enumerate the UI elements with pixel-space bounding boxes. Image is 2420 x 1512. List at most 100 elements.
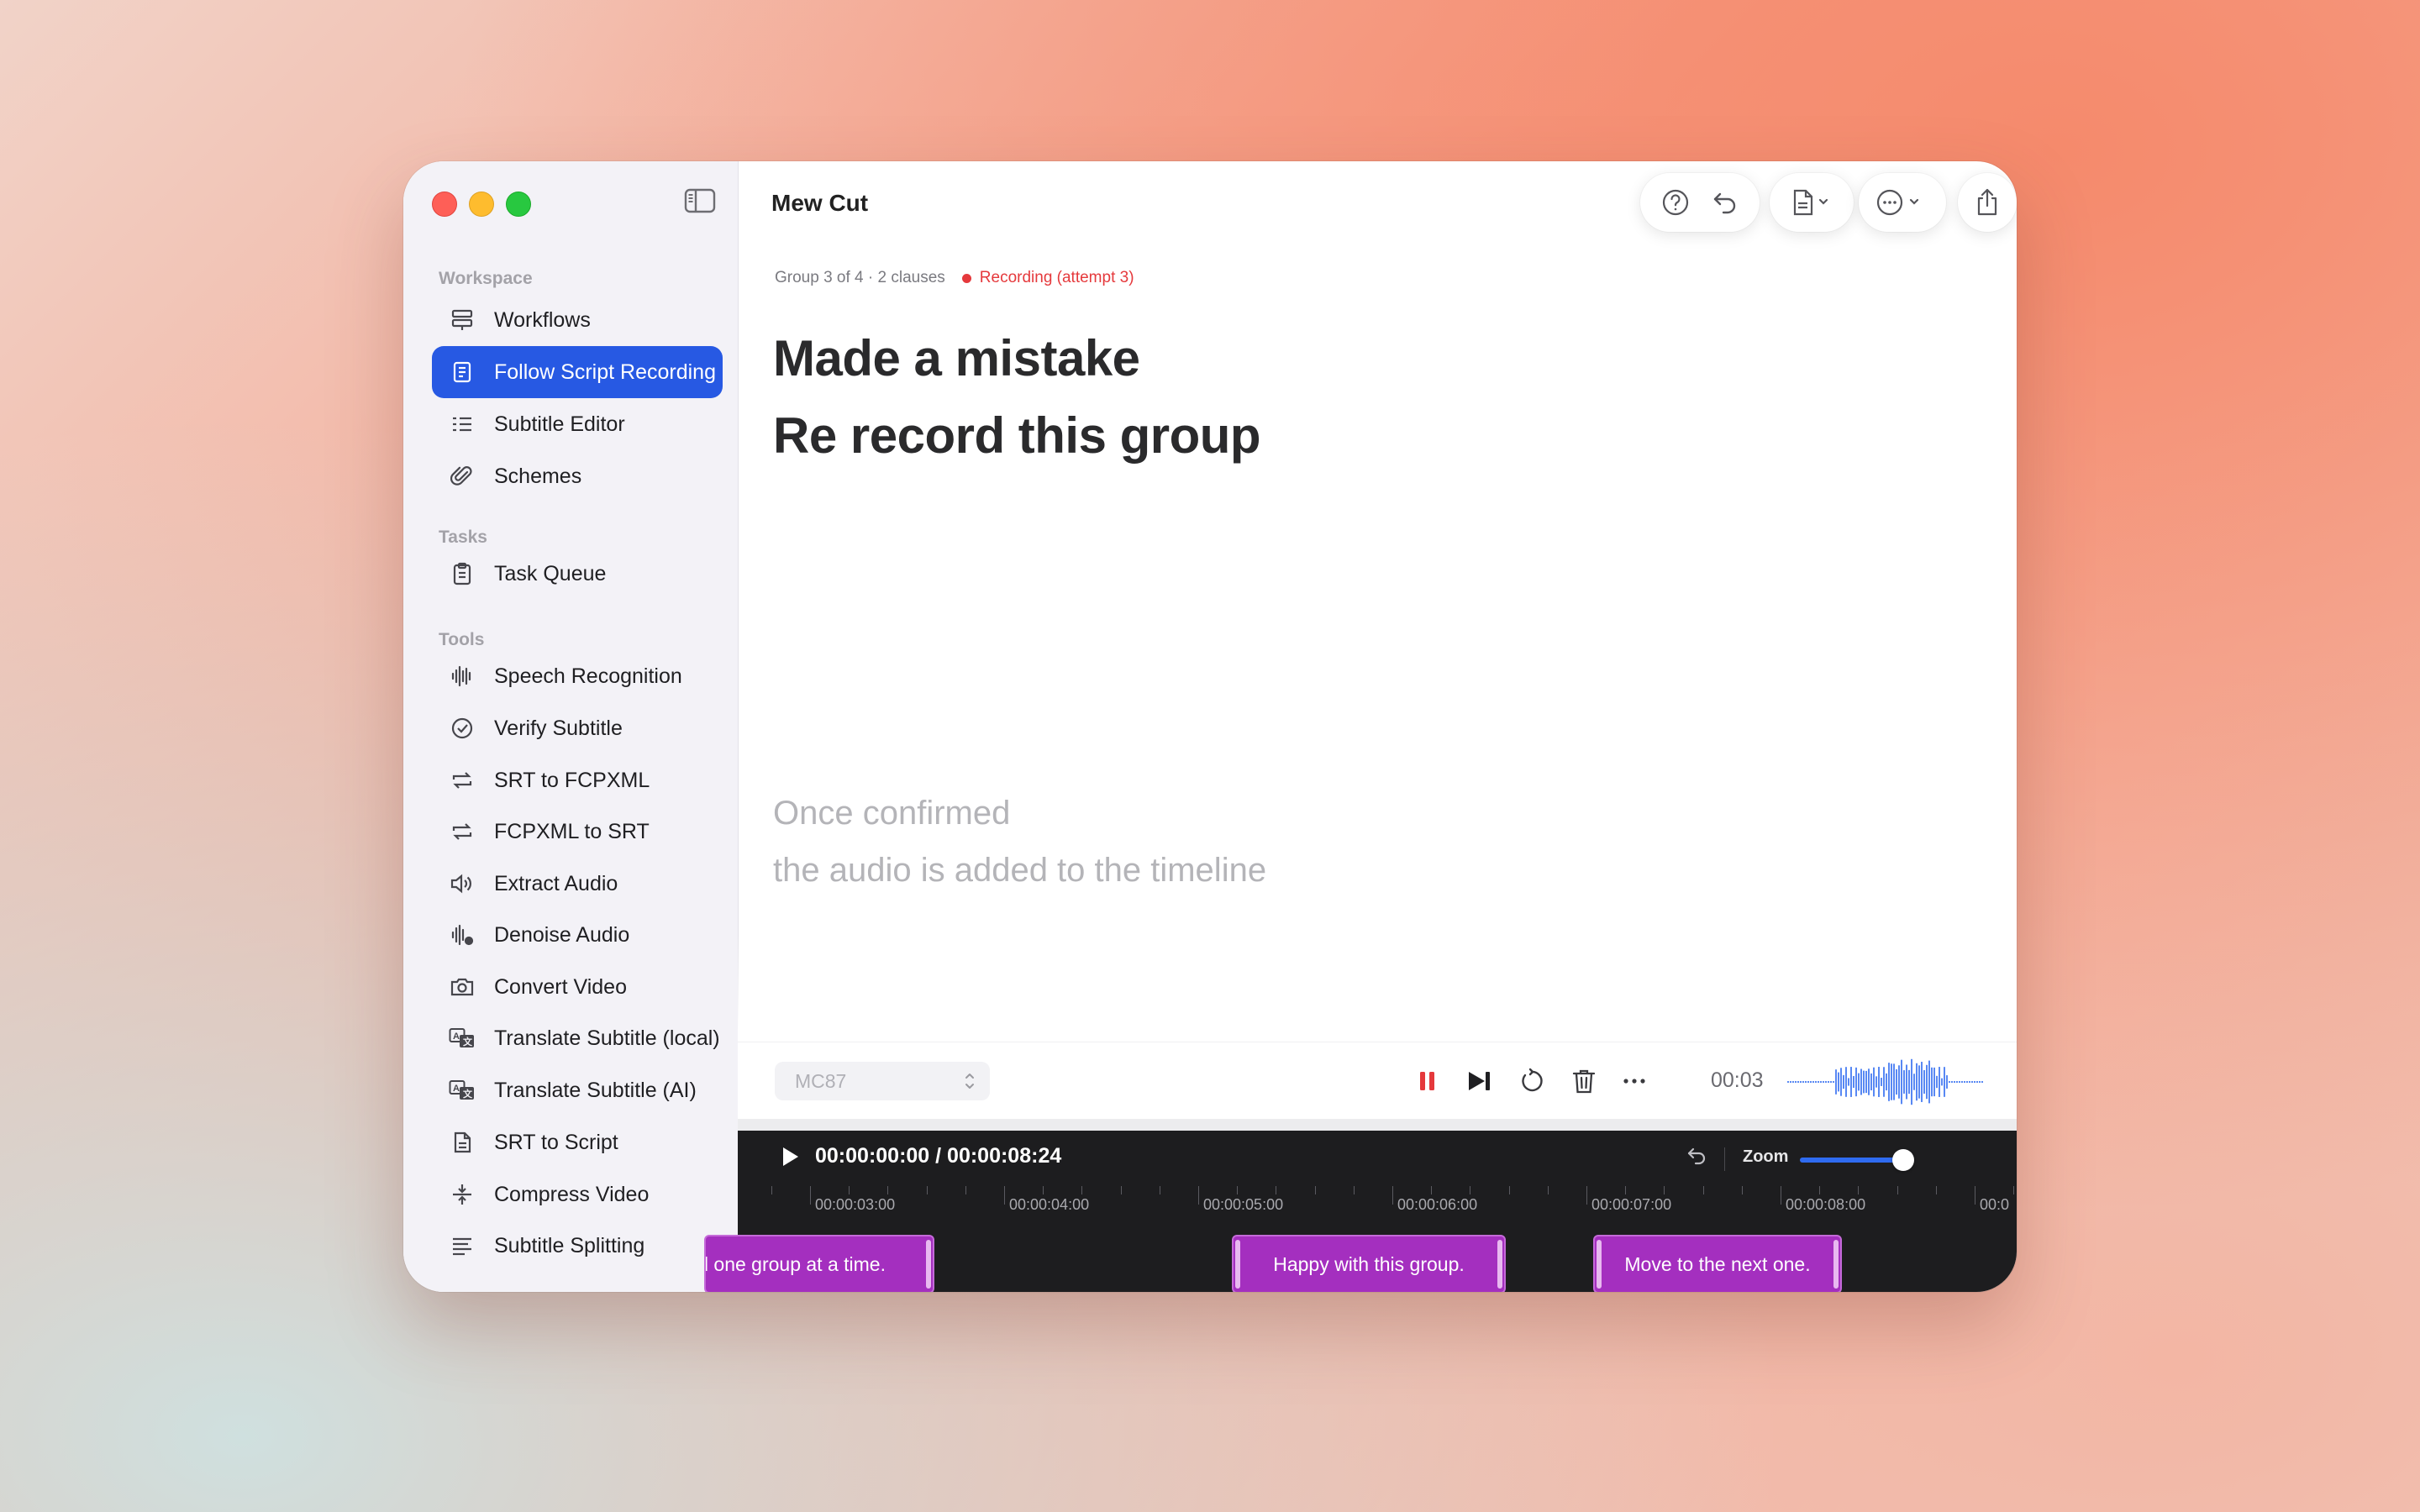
sidebar-toggle-icon[interactable]	[684, 188, 716, 213]
zoom-label: Zoom	[1743, 1147, 1789, 1166]
share-icon[interactable]	[1965, 180, 2010, 225]
app-title: Mew Cut	[771, 190, 869, 216]
sidebar-item-follow-script-recording[interactable]: Follow Script Recording	[432, 346, 723, 398]
zoom-slider-fill	[1800, 1158, 1901, 1163]
timeline-ruler[interactable]: 00:00:03:00 00:00:04:00 00:00:05:00 00:00:0…	[738, 1186, 2017, 1220]
live-audio-waveform	[1787, 1058, 1983, 1105]
ruler-tick-label: 00:00:08:00	[1786, 1196, 1866, 1213]
sidebar-item-convert-video[interactable]: Convert Video	[432, 961, 723, 1013]
ruler-tick-label: 00:00:06:00	[1397, 1196, 1478, 1213]
ruler-tick	[1198, 1186, 1199, 1205]
toolbar-more-menu[interactable]	[1859, 173, 1946, 232]
denoise-waveform-icon	[449, 921, 476, 948]
sidebar-item-srt-to-fcpxml[interactable]: SRT to FCPXML	[432, 754, 723, 806]
ruler-tick	[1120, 1186, 1122, 1194]
ruler-tick	[1081, 1186, 1083, 1194]
translate-icon: A文	[449, 1077, 476, 1104]
sidebar-item-subtitle-editor[interactable]: Subtitle Editor	[432, 398, 723, 450]
zoom-slider[interactable]	[1800, 1149, 1914, 1171]
recording-elapsed-time: 00:03	[1711, 1068, 1764, 1092]
convert-arrows-icon	[449, 818, 476, 845]
ruler-tick	[1547, 1186, 1549, 1194]
document-icon	[449, 1129, 476, 1156]
subtitle-clip[interactable]: Happy with this group.	[1232, 1235, 1506, 1292]
microphone-value: MC87	[795, 1069, 847, 1092]
timeline-panel: 00:00:00:00 / 00:00:08:24 Zoom 00:00:03:…	[704, 1131, 2017, 1292]
timeline-timecode: 00:00:00:00 / 00:00:08:24	[815, 1144, 1062, 1168]
ruler-tick	[1586, 1186, 1587, 1205]
timeline-play-button[interactable]	[780, 1144, 802, 1173]
select-chevron-icon	[963, 1069, 976, 1098]
clip-trim-handle[interactable]	[1497, 1240, 1502, 1289]
sidebar-item-denoise-audio[interactable]: Denoise Audio	[432, 909, 723, 961]
ruler-tick	[965, 1186, 966, 1194]
sidebar-item-translate-subtitle-ai[interactable]: A文 Translate Subtitle (AI)	[432, 1064, 723, 1116]
document-menu-icon[interactable]	[1780, 180, 1844, 225]
undo-icon[interactable]	[1702, 180, 1748, 225]
ruler-tick	[2013, 1186, 2015, 1194]
pause-recording-button[interactable]	[1410, 1063, 1445, 1099]
toolbar-share[interactable]	[1958, 173, 2017, 232]
section-label-workspace: Workspace	[439, 269, 533, 288]
ruler-tick-label: 00:00:07:00	[1591, 1196, 1672, 1213]
subtitle-clip-text: Happy with this group.	[1273, 1252, 1465, 1275]
ruler-tick-label: 00:00:04:00	[1009, 1196, 1090, 1213]
clip-trim-handle[interactable]	[926, 1240, 931, 1289]
clip-trim-handle[interactable]	[1235, 1240, 1240, 1289]
ruler-tick	[1353, 1186, 1355, 1194]
sidebar-item-speech-recognition[interactable]: Speech Recognition	[432, 650, 723, 702]
next-script-line-1: Once confirmed	[773, 795, 1011, 832]
sidebar-item-verify-subtitle[interactable]: Verify Subtitle	[432, 702, 723, 754]
camera-icon	[449, 974, 476, 1000]
zoom-window-button[interactable]	[506, 192, 531, 217]
timeline-undo-icon[interactable]	[1686, 1144, 1709, 1172]
sidebar-item-extract-audio[interactable]: Extract Audio	[432, 858, 723, 910]
ruler-tick	[1314, 1186, 1316, 1194]
minimize-window-button[interactable]	[469, 192, 494, 217]
subtitle-clip[interactable]: Move to the next one.	[1593, 1235, 1842, 1292]
sidebar: Workspace Workflows Follow Script Record…	[403, 161, 739, 1292]
sidebar-item-task-queue[interactable]: Task Queue	[432, 548, 723, 600]
sidebar-item-workflows[interactable]: Workflows	[432, 294, 723, 346]
ruler-tick	[849, 1186, 850, 1194]
sidebar-item-translate-subtitle-local[interactable]: A文 Translate Subtitle (local)	[432, 1012, 723, 1064]
section-label-tasks: Tasks	[439, 528, 487, 547]
panel-divider[interactable]	[738, 1119, 2017, 1131]
section-label-tools: Tools	[439, 630, 485, 649]
sidebar-item-srt-to-script[interactable]: SRT to Script	[432, 1116, 723, 1168]
script-doc-icon	[449, 359, 476, 386]
toolbar-document-menu[interactable]	[1770, 173, 1854, 232]
clip-trim-handle[interactable]	[1597, 1240, 1602, 1289]
sidebar-item-schemes[interactable]: Schemes	[432, 450, 723, 502]
help-icon[interactable]	[1653, 180, 1698, 225]
ruler-tick	[1819, 1186, 1821, 1194]
clip-trim-handle[interactable]	[1833, 1240, 1839, 1289]
ruler-tick	[1431, 1186, 1433, 1194]
timeline-separator	[1724, 1147, 1725, 1171]
ruler-tick	[1935, 1186, 1937, 1194]
zoom-slider-knob[interactable]	[1891, 1149, 1914, 1171]
ruler-tick	[1664, 1186, 1665, 1194]
text-fade-overlay	[738, 934, 2017, 1043]
svg-text:A: A	[453, 1032, 460, 1042]
ruler-tick	[887, 1186, 889, 1194]
more-options-icon[interactable]	[1617, 1063, 1652, 1099]
ruler-tick-label: 00:00:03:00	[815, 1196, 896, 1213]
sidebar-item-compress-video[interactable]: Compress Video	[432, 1168, 723, 1221]
more-menu-icon[interactable]	[1869, 180, 1936, 225]
retry-icon[interactable]	[1514, 1063, 1549, 1099]
ruler-tick	[1004, 1186, 1005, 1205]
ruler-tick	[1392, 1186, 1393, 1205]
text-lines-icon	[449, 1232, 476, 1259]
sidebar-item-fcpxml-to-srt[interactable]: FCPXML to SRT	[432, 806, 723, 858]
trash-icon[interactable]	[1566, 1063, 1602, 1099]
microphone-select[interactable]: MC87	[775, 1062, 990, 1100]
subtitle-clip[interactable]: Recorded one group at a time.	[704, 1235, 934, 1292]
current-script-line-2: Re record this group	[773, 407, 1261, 464]
ruler-tick-label: 00:0	[1980, 1196, 2010, 1213]
ruler-tick	[1897, 1186, 1898, 1194]
sidebar-item-subtitle-splitting[interactable]: Subtitle Splitting	[432, 1220, 723, 1272]
close-window-button[interactable]	[432, 192, 457, 217]
ruler-tick-label: 00:00:05:00	[1203, 1196, 1284, 1213]
next-group-button[interactable]	[1462, 1063, 1497, 1099]
